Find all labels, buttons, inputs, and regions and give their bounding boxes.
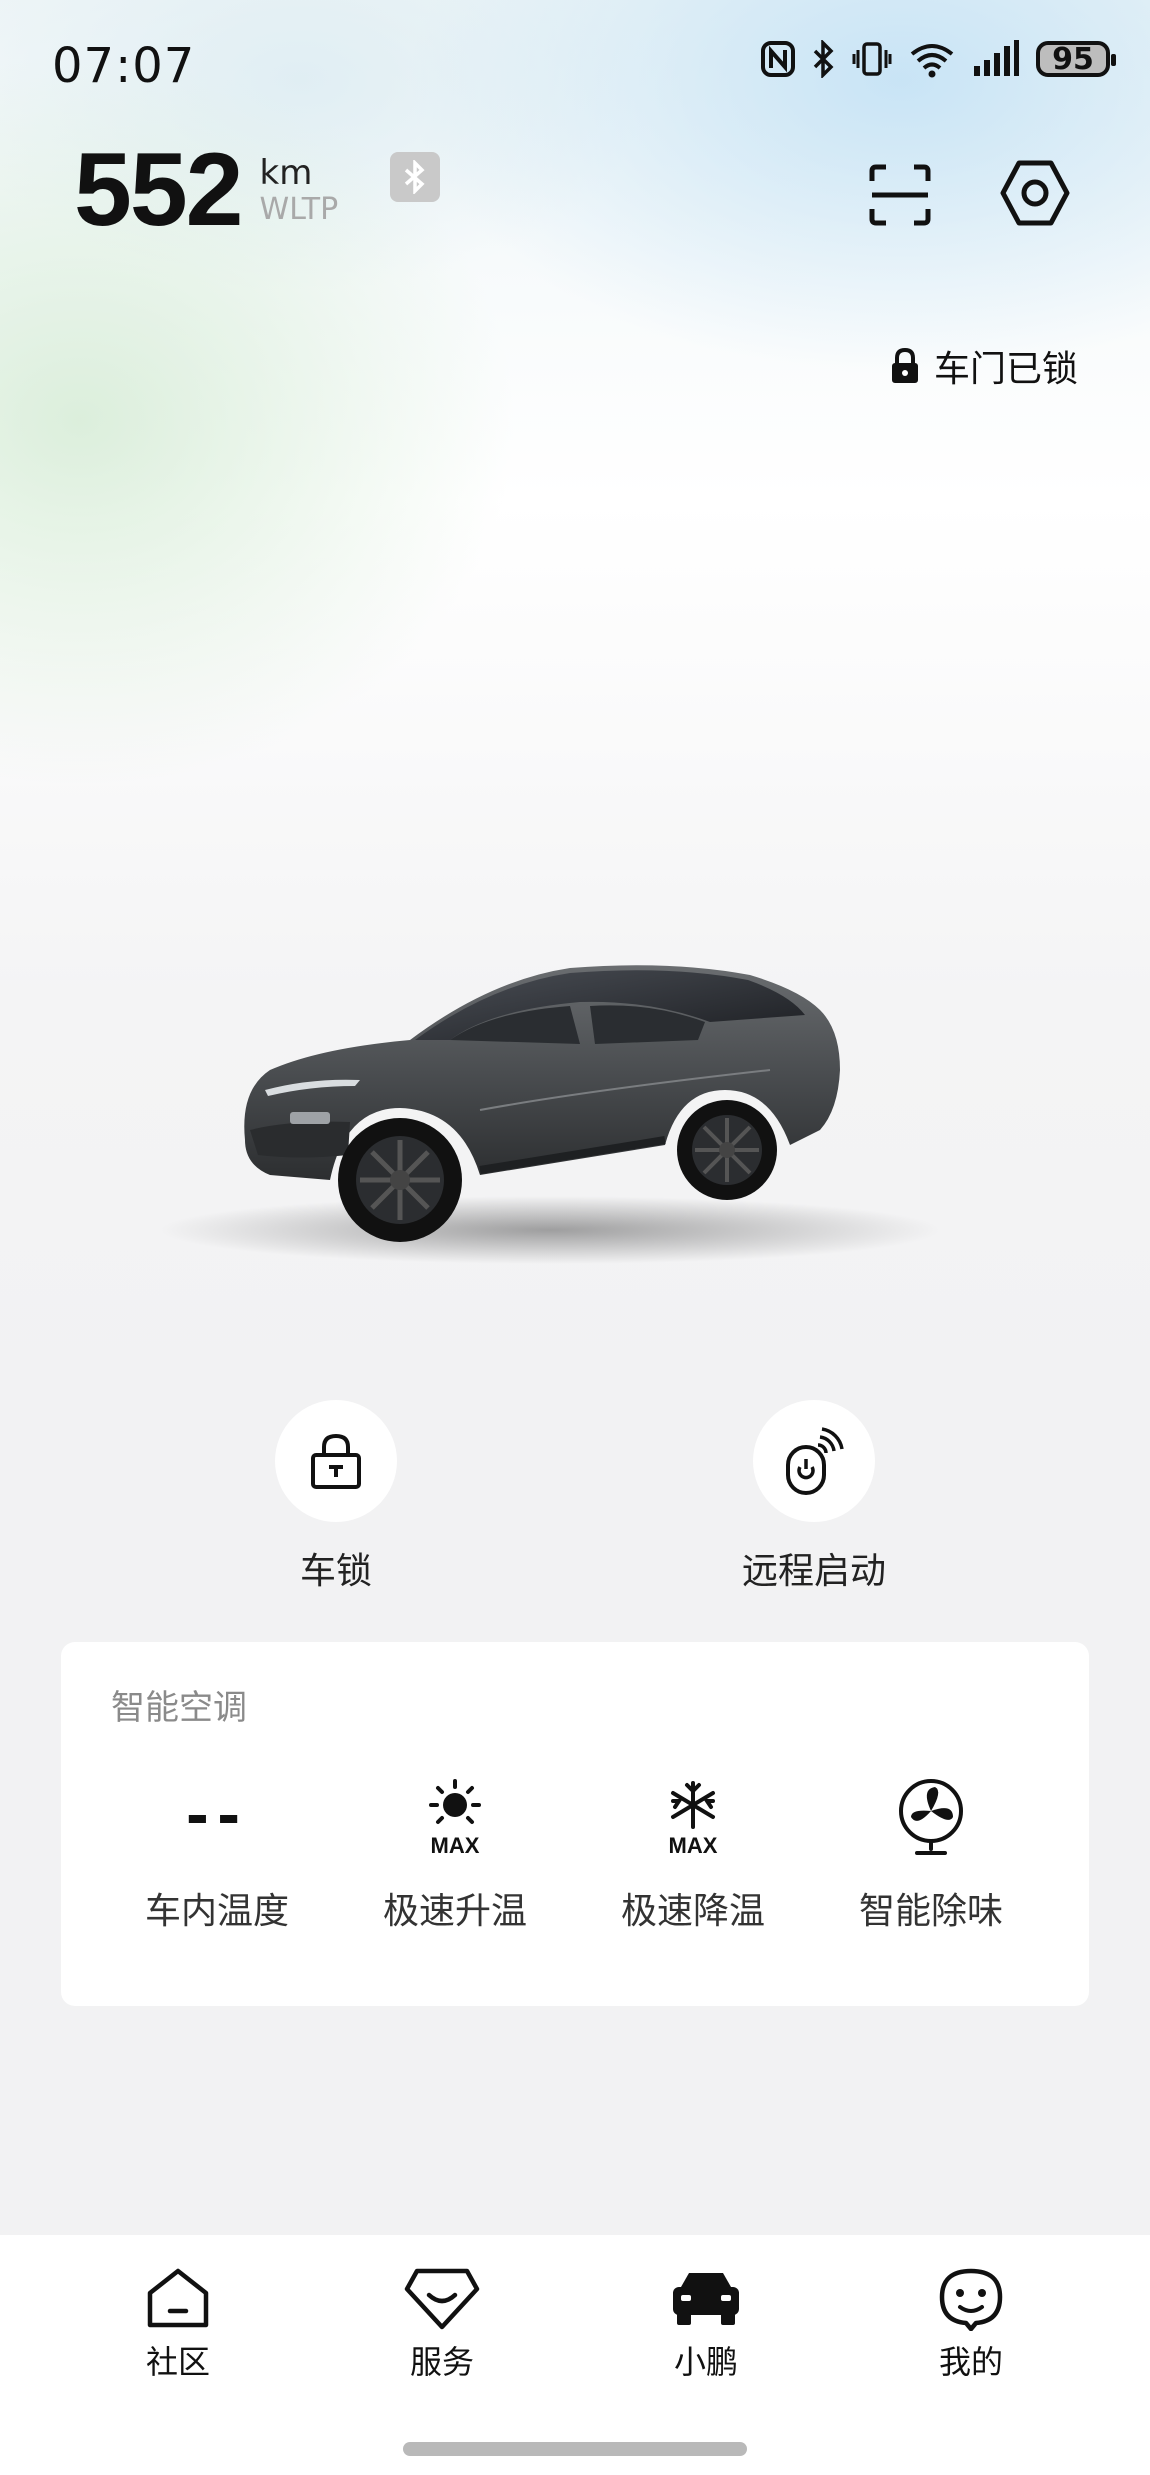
lock-icon [891,348,918,383]
heat-max-icon: MAX [429,1779,481,1857]
tab-xpeng-label: 小鹏 [673,2343,738,2381]
range-value: 552 [74,132,244,248]
cabin-temperature[interactable]: -- 车内温度 [117,1772,317,1934]
status-bar: 07:07 95 [0,0,1150,130]
battery-indicator: 95 [1036,41,1116,77]
svg-text:MAX: MAX [669,1833,718,1857]
settings-button[interactable] [995,153,1075,233]
settings-hex-icon [1000,160,1070,226]
quick-cool-button[interactable]: MAX 极速降温 [593,1772,793,1934]
car-icon [673,2273,739,2325]
bluetooth-status-icon [812,40,836,78]
scan-icon [869,164,931,226]
remote-start-label: 远程启动 [741,1551,886,1592]
home-icon [147,2268,209,2328]
quick-heat-label: 极速升温 [382,1891,527,1932]
svg-text:MAX: MAX [431,1833,480,1857]
scan-button[interactable] [860,155,940,235]
wifi-icon [908,40,956,78]
home-indicator[interactable] [403,2442,747,2456]
remote-start-action[interactable]: 远程启动 [684,1400,944,1594]
cabin-temperature-value: -- [185,1784,249,1849]
tab-service-label: 服务 [409,2343,474,2381]
bottom-nav: 社区 服务 小鹏 我的 [0,2235,1150,2475]
car-lock-button[interactable] [275,1400,397,1522]
smart-deodorize-button[interactable]: 智能除味 [831,1772,1031,1934]
status-icons: 95 [760,40,1116,78]
car-lock-label: 车锁 [299,1551,372,1592]
tab-community-label: 社区 [145,2343,210,2381]
remote-start-button[interactable] [753,1400,875,1522]
vibrate-icon [852,40,892,78]
smart-climate-card: 智能空调 -- 车内温度 MAX 极速升温 MAX 极速降温 智能除味 [61,1642,1089,2006]
quick-heat-button[interactable]: MAX 极速升温 [355,1772,555,1934]
car-lock-action[interactable]: 车锁 [206,1400,466,1594]
padlock-icon [311,1433,361,1489]
status-time: 07:07 [52,38,196,94]
door-lock-status: 车门已锁 [890,340,1078,392]
bluetooth-icon[interactable] [390,152,440,202]
fan-icon [899,1779,963,1855]
profile-icon [939,2268,1003,2331]
range-standard: WLTP [259,192,339,227]
tab-xpeng[interactable]: 小鹏 [606,2265,806,2383]
cabin-temperature-label: 车内温度 [144,1891,289,1932]
cool-max-icon: MAX [669,1781,718,1857]
nfc-icon [760,40,796,78]
range-display: 552 km WLTP [74,135,338,245]
tab-profile-label: 我的 [938,2343,1003,2381]
car-image [160,965,940,1264]
signal-icon [972,40,1020,78]
tab-service[interactable]: 服务 [342,2265,542,2383]
remote-start-icon [786,1427,844,1495]
tab-community[interactable]: 社区 [78,2265,278,2383]
battery-level: 95 [1052,41,1094,77]
range-unit: km [259,153,313,193]
service-icon [404,2268,480,2330]
tab-profile[interactable]: 我的 [871,2265,1071,2383]
climate-title: 智能空调 [111,1688,247,1728]
range-units: km WLTP [260,153,339,227]
door-lock-text: 车门已锁 [933,349,1078,390]
smart-deodorize-label: 智能除味 [858,1891,1003,1932]
quick-cool-label: 极速降温 [620,1891,765,1932]
